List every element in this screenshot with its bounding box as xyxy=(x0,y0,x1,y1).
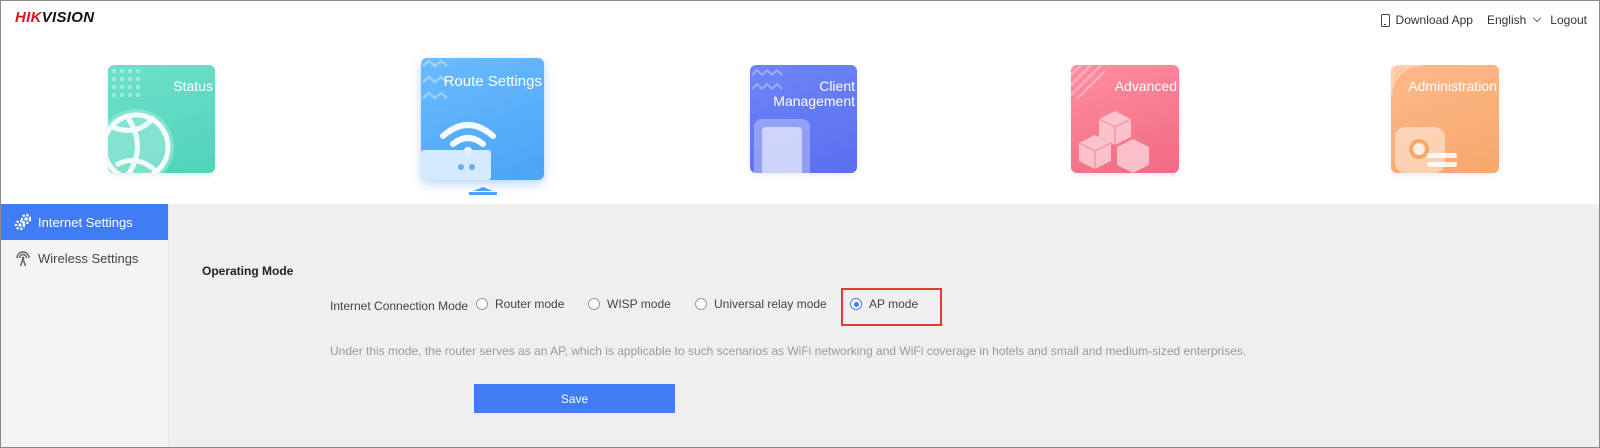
phone-icon xyxy=(1380,13,1390,27)
module-advanced[interactable]: Advanced xyxy=(1071,65,1179,173)
field-label: Internet Connection Mode xyxy=(330,299,469,313)
mode-description: Under this mode, the router serves as an… xyxy=(330,344,1247,358)
sidebar-item-label: Wireless Settings xyxy=(38,250,139,266)
main-content: Operating Mode Internet Connection Mode … xyxy=(169,204,1599,447)
logout-label: Logout xyxy=(1550,13,1587,27)
active-module-indicator xyxy=(469,187,497,195)
sidebar: Internet Settings Wireless Settings xyxy=(1,204,169,447)
module-route-settings[interactable]: Route Settings xyxy=(421,58,544,180)
radio-button[interactable] xyxy=(588,298,600,310)
logout-link[interactable]: Logout xyxy=(1550,13,1587,27)
app-window: HIKVISION Download App English Logout St… xyxy=(0,0,1600,448)
module-label: Status xyxy=(173,78,213,94)
radio-label: Universal relay mode xyxy=(714,297,827,311)
hikvision-logo: HIKVISION xyxy=(15,9,95,26)
language-select[interactable]: English xyxy=(1486,13,1542,27)
antenna-icon xyxy=(16,251,30,267)
sidebar-item-label: Internet Settings xyxy=(38,214,133,230)
ap-mode-highlight xyxy=(841,288,942,326)
download-app-link[interactable]: Download App xyxy=(1380,13,1473,27)
sidebar-item-wireless-settings[interactable]: Wireless Settings xyxy=(1,240,168,276)
section-title: Operating Mode xyxy=(202,264,294,278)
module-status[interactable]: Status xyxy=(108,65,215,173)
radio-button[interactable] xyxy=(476,298,488,310)
module-label: Administration xyxy=(1408,78,1497,94)
radio-label: Router mode xyxy=(495,297,565,311)
gears-icon xyxy=(14,213,32,231)
module-label: Route Settings xyxy=(443,73,542,90)
module-label: Advanced xyxy=(1114,78,1177,94)
module-administration[interactable]: Administration xyxy=(1391,65,1499,173)
radio-router-mode[interactable]: Router mode xyxy=(476,297,564,311)
language-label: English xyxy=(1486,13,1527,27)
module-label: Client Management xyxy=(773,78,855,109)
chevron-down-icon xyxy=(1533,13,1542,23)
top-bar: Download App English Logout xyxy=(1380,13,1587,27)
sidebar-item-internet-settings[interactable]: Internet Settings xyxy=(1,204,168,240)
save-button[interactable]: Save xyxy=(474,384,675,413)
radio-label: WISP mode xyxy=(607,297,671,311)
module-client-management[interactable]: Client Management xyxy=(750,65,857,173)
radio-button[interactable] xyxy=(695,298,707,310)
radio-wisp-mode[interactable]: WISP mode xyxy=(588,297,671,311)
radio-universal-relay-mode[interactable]: Universal relay mode xyxy=(695,297,827,311)
download-app-label: Download App xyxy=(1395,13,1473,27)
